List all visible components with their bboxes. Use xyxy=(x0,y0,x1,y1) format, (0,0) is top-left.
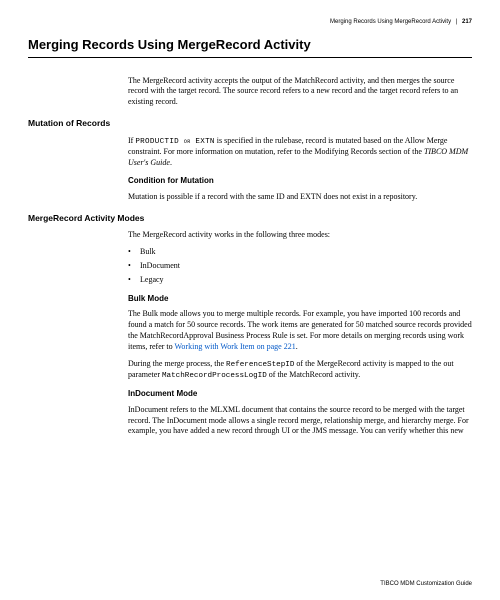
mutation-block: If PRODUCTID or EXTN is specified in the… xyxy=(128,136,472,203)
indoc-text: InDocument refers to the MLXML document … xyxy=(128,405,472,437)
footer-text: TIBCO MDM Customization Guide xyxy=(380,580,472,588)
bulk-p1: The Bulk mode allows you to merge multip… xyxy=(128,309,472,352)
mutation-heading: Mutation of Records xyxy=(28,118,472,129)
running-header: Merging Records Using MergeRecord Activi… xyxy=(28,18,472,26)
list-item: Bulk xyxy=(128,247,472,258)
bulk-p1b: . xyxy=(296,342,298,351)
bulk-p2c: of the MatchRecord activity. xyxy=(267,370,360,379)
bulk-p2: During the merge process, the ReferenceS… xyxy=(128,359,472,382)
indoc-heading: InDocument Mode xyxy=(128,389,472,400)
header-divider: | xyxy=(456,19,458,25)
modes-block: The MergeRecord activity works in the fo… xyxy=(128,230,472,437)
mutation-code: PRODUCTID or EXTN xyxy=(135,138,214,146)
modes-heading: MergeRecord Activity Modes xyxy=(28,213,472,224)
condition-heading: Condition for Mutation xyxy=(128,176,472,187)
code-refstep: ReferenceStepID xyxy=(226,361,294,369)
mutation-end: . xyxy=(170,158,172,167)
intro-block: The MergeRecord activity accepts the out… xyxy=(128,76,472,108)
bulk-p2a: During the merge process, the xyxy=(128,359,226,368)
code-matchlog: MatchRecordProcessLogID xyxy=(162,372,267,380)
intro-text: The MergeRecord activity accepts the out… xyxy=(128,76,472,108)
bulk-heading: Bulk Mode xyxy=(128,294,472,305)
list-item: Legacy xyxy=(128,275,472,286)
page-number: 217 xyxy=(462,19,472,25)
modes-intro: The MergeRecord activity works in the fo… xyxy=(128,230,472,241)
mutation-text: If PRODUCTID or EXTN is specified in the… xyxy=(128,136,472,169)
modes-list: Bulk InDocument Legacy xyxy=(128,247,472,285)
work-item-link[interactable]: Working with Work Item on page 221 xyxy=(175,342,296,351)
condition-text: Mutation is possible if a record with th… xyxy=(128,192,472,203)
running-title: Merging Records Using MergeRecord Activi… xyxy=(330,19,451,25)
page-title: Merging Records Using MergeRecord Activi… xyxy=(28,36,472,58)
list-item: InDocument xyxy=(128,261,472,272)
